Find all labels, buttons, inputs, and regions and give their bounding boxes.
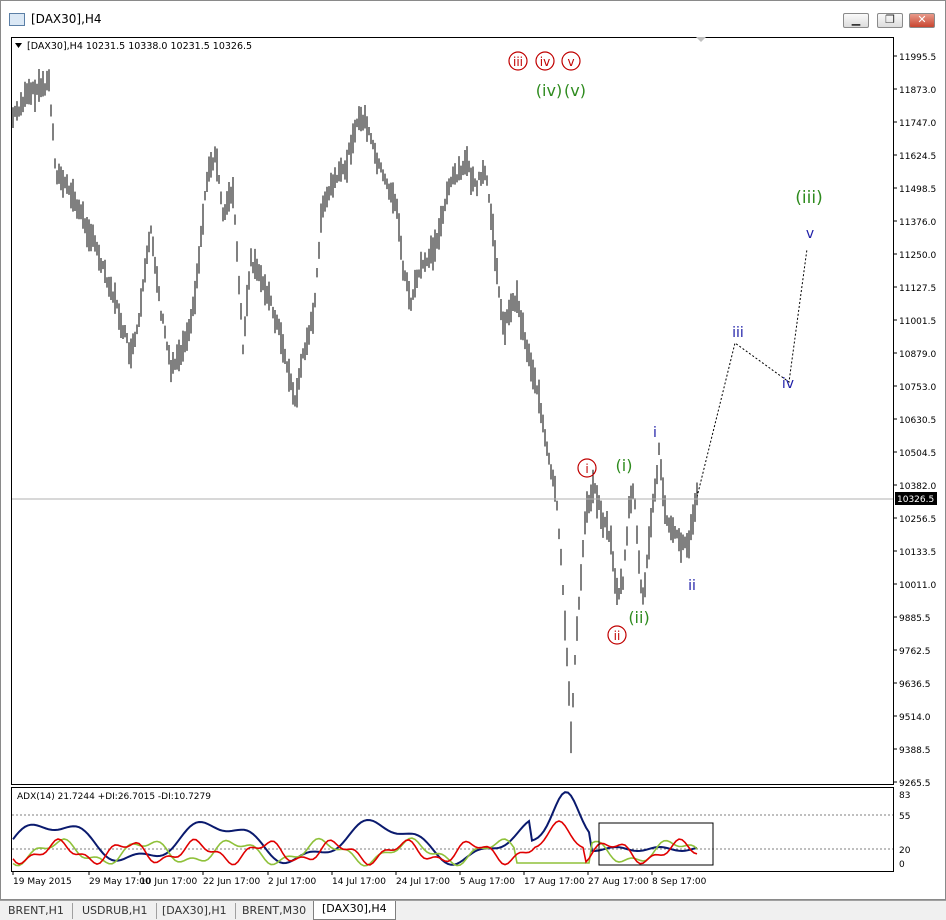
price-tick-label: 11747.0 [899, 119, 936, 129]
indicator-level-83: 83 [899, 791, 910, 801]
wave-label-blue-v: v [806, 226, 814, 242]
wave-label-green-iv: (iv) [536, 81, 562, 100]
wave-label-blue-i: i [653, 425, 657, 441]
time-tick-label: 27 Aug 17:00 [588, 877, 649, 887]
chart-header-text: [DAX30],H4 10231.5 10338.0 10231.5 10326… [27, 41, 252, 52]
time-tick-label: 22 Jun 17:00 [203, 877, 260, 887]
price-tick-label: 9514.0 [899, 713, 931, 723]
tab-dax30-h4[interactable]: [DAX30],H4 [313, 901, 396, 920]
time-tick-label: 10 Jun 17:00 [140, 877, 197, 887]
indicator-level-55: 55 [899, 812, 910, 822]
restore-button[interactable]: ❐ [877, 13, 903, 28]
title-bar[interactable]: [DAX30],H4 ▁ ❐ ✕ [1, 1, 945, 35]
price-tick-label: 10753.0 [899, 383, 936, 393]
close-icon: ✕ [917, 13, 927, 26]
main-chart-frame [11, 37, 894, 785]
price-tick-label: 11995.5 [899, 53, 936, 63]
price-tick-label: 11250.0 [899, 251, 936, 261]
wave-label-blue-iii: iii [732, 325, 744, 341]
tab-dax30-h1[interactable]: [DAX30],H1 [154, 903, 236, 919]
indicator-level-20: 20 [899, 846, 911, 856]
price-tick-label: 10011.0 [899, 581, 936, 591]
wave-label-red-v: v [567, 55, 574, 69]
time-tick-label: 2 Jul 17:00 [268, 877, 317, 887]
wave-label-green-ii: (ii) [628, 608, 649, 627]
price-tick-label: 10630.5 [899, 416, 936, 426]
price-tick-label: 11624.5 [899, 152, 936, 162]
time-tick-label: 5 Aug 17:00 [460, 877, 515, 887]
wave-label-green-iii: (iii) [795, 188, 822, 208]
minimize-icon: ▁ [851, 13, 861, 26]
indicator-header: ADX(14) 21.7244 +DI:26.7015 -DI:10.7279 [17, 792, 211, 802]
chart-tabs-bar: BRENT,H1 USDRUB,H1 [DAX30],H1 BRENT,M30 … [0, 900, 946, 920]
price-tick-label: 9762.5 [899, 647, 931, 657]
wave-label-red-iii: iii [513, 55, 523, 69]
chart-svg[interactable]: [DAX30],H4 10231.5 10338.0 10231.5 10326… [11, 37, 937, 889]
window-title: [DAX30],H4 [31, 12, 102, 26]
time-tick-label: 24 Jul 17:00 [396, 877, 450, 887]
wave-label-green-i: (i) [616, 456, 633, 475]
wave-label-red-iv: iv [540, 55, 550, 69]
restore-icon: ❐ [885, 13, 895, 26]
indicator-level-0: 0 [899, 860, 905, 870]
price-tick-label: 11001.5 [899, 317, 936, 327]
chart-window: [DAX30],H4 ▁ ❐ ✕ [DAX30],H4 10231.5 1033… [0, 0, 946, 900]
time-tick-label: 19 May 2015 [13, 877, 72, 887]
price-tick-label: 10879.0 [899, 350, 936, 360]
tab-brent-h1[interactable]: BRENT,H1 [0, 903, 73, 919]
price-axis: 11995.5 11873.0 11747.0 11624.5 11498.5 11376… [894, 53, 936, 789]
time-tick-label: 14 Jul 17:00 [332, 877, 386, 887]
time-tick-label: 8 Sep 17:00 [652, 877, 707, 887]
time-tick-label: 17 Aug 17:00 [524, 877, 585, 887]
wave-label-blue-iv: iv [782, 376, 794, 392]
price-tick-label: 9388.5 [899, 746, 931, 756]
wave-label-red-ii: ii [614, 629, 621, 643]
wave-label-blue-ii: ii [688, 578, 696, 594]
wave-label-red-i: i [585, 462, 588, 476]
close-button[interactable]: ✕ [909, 13, 935, 28]
price-tick-label: 9636.5 [899, 680, 931, 690]
tab-usdrub-h1[interactable]: USDRUB,H1 [74, 903, 157, 919]
minimize-button[interactable]: ▁ [843, 13, 869, 28]
price-tick-label: 11873.0 [899, 86, 936, 96]
wave-label-green-v: (v) [564, 81, 586, 100]
price-tick-label: 9265.5 [899, 779, 931, 789]
time-axis: 19 May 2015 29 May 17:0010 Jun 17:00 22 Ju… [12, 871, 707, 887]
tab-brent-m30[interactable]: BRENT,M30 [234, 903, 316, 919]
price-tick-label: 10504.5 [899, 449, 936, 459]
price-tick-label: 11127.5 [899, 284, 936, 294]
price-tick-label: 9885.5 [899, 614, 931, 624]
current-price-label: 10326.5 [897, 495, 934, 505]
price-tick-label: 10133.5 [899, 548, 936, 558]
chart-window-icon [9, 13, 25, 26]
price-tick-label: 11498.5 [899, 185, 936, 195]
price-tick-label: 10256.5 [899, 515, 936, 525]
chart-area[interactable]: [DAX30],H4 10231.5 10338.0 10231.5 10326… [11, 37, 937, 889]
price-tick-label: 11376.0 [899, 218, 936, 228]
price-tick-label: 10382.0 [899, 482, 936, 492]
